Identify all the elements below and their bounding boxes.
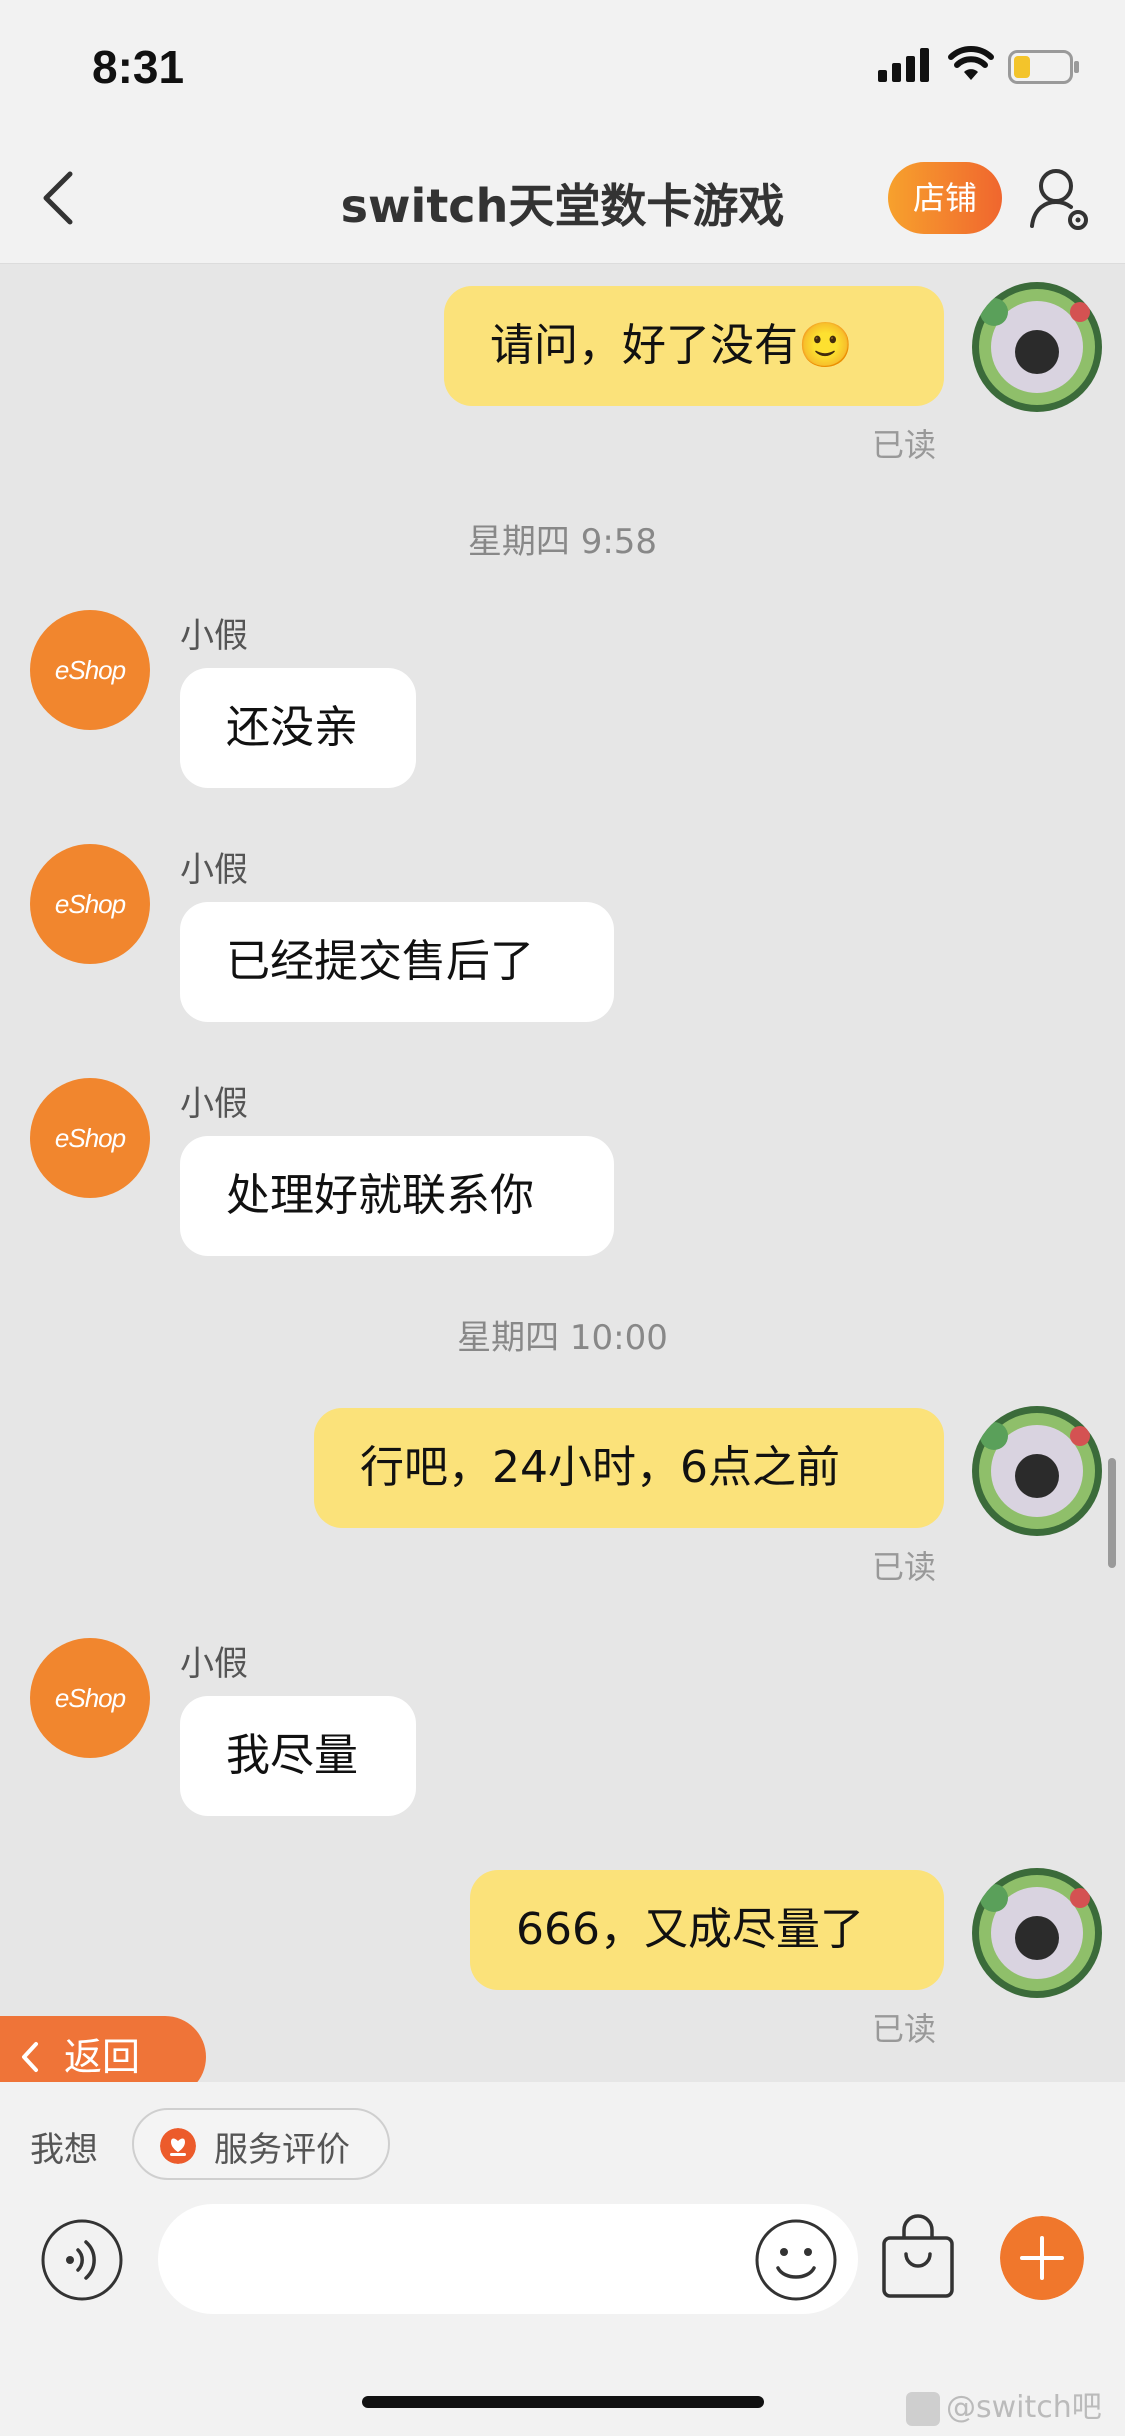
- message-text: 已经提交售后了: [226, 936, 534, 987]
- timestamp: 星期四 9:58: [467, 522, 658, 562]
- battery-icon: [1008, 50, 1079, 84]
- voice-input-icon[interactable]: [40, 2218, 124, 2302]
- sender-name: 小假: [180, 1084, 248, 1124]
- status-time: 8:31: [92, 41, 185, 93]
- shop-avatar[interactable]: eShop: [30, 1078, 150, 1198]
- shop-avatar[interactable]: eShop: [30, 844, 150, 964]
- service-review-icon: [160, 2128, 196, 2164]
- home-indicator[interactable]: [362, 2396, 764, 2408]
- read-receipt: 已读: [872, 426, 937, 464]
- watermark-text: @switch吧: [946, 2390, 1102, 2425]
- quick-actions-bar: 我想 服务评价: [0, 2082, 1125, 2212]
- their-message-bubble[interactable]: 我尽量: [180, 1696, 416, 1816]
- message-text: 行吧，24小时，6点之前: [360, 1442, 840, 1493]
- message-text: 我尽量: [226, 1730, 358, 1781]
- sender-name: 小假: [180, 850, 248, 890]
- my-avatar[interactable]: [972, 1868, 1102, 1998]
- status-bar: 8:31: [0, 0, 1125, 132]
- shop-avatar[interactable]: eShop: [30, 610, 150, 730]
- their-message-bubble[interactable]: 还没亲: [180, 668, 416, 788]
- emoji-icon[interactable]: [754, 2218, 838, 2302]
- my-message-bubble[interactable]: 请问，好了没有🙂: [444, 286, 944, 406]
- scrollbar-thumb[interactable]: [1108, 1458, 1116, 1568]
- timestamp: 星期四 10:00: [457, 1318, 668, 1358]
- wifi-icon: [948, 46, 994, 80]
- message-text: 处理好就联系你: [226, 1170, 534, 1221]
- service-review-button[interactable]: 服务评价: [132, 2108, 390, 2180]
- my-avatar[interactable]: [972, 1406, 1102, 1536]
- quick-actions-prefix: 我想: [30, 2130, 98, 2170]
- nav-bar: switch天堂数卡游戏 店铺: [0, 132, 1125, 264]
- read-receipt: 已读: [872, 1548, 937, 1586]
- my-message-bubble[interactable]: 行吧，24小时，6点之前: [314, 1408, 944, 1528]
- my-avatar-image: [972, 1406, 1102, 1536]
- their-message-bubble[interactable]: 已经提交售后了: [180, 902, 614, 1022]
- sender-name: 小假: [180, 1644, 248, 1684]
- sender-name: 小假: [180, 616, 248, 656]
- my-avatar-image: [972, 282, 1102, 412]
- message-text: 请问，好了没有🙂: [490, 320, 853, 371]
- chevron-left-icon: [22, 2042, 38, 2072]
- their-message-bubble[interactable]: 处理好就联系你: [180, 1136, 614, 1256]
- shop-avatar[interactable]: eShop: [30, 1638, 150, 1758]
- shopping-bag-icon[interactable]: [878, 2214, 958, 2300]
- cellular-signal-icon: [878, 48, 929, 82]
- my-message-bubble[interactable]: 666，又成尽量了: [470, 1870, 944, 1990]
- my-avatar-image: [972, 1868, 1102, 1998]
- message-input[interactable]: [158, 2204, 858, 2314]
- message-text: 666，又成尽量了: [516, 1904, 864, 1955]
- watermark: @switch吧: [906, 2382, 1102, 2426]
- shop-button[interactable]: 店铺: [888, 162, 1002, 234]
- plus-icon[interactable]: [1000, 2216, 1084, 2300]
- my-avatar[interactable]: [972, 282, 1102, 412]
- service-review-label: 服务评价: [214, 2130, 350, 2170]
- watermark-logo-icon: [906, 2391, 940, 2426]
- message-text: 还没亲: [226, 702, 358, 753]
- chat-area[interactable]: 请问，好了没有🙂 已读 星期四 9:58 小假 eShop 还没亲 小假 eSh…: [0, 264, 1125, 2082]
- user-settings-icon[interactable]: [1028, 164, 1092, 234]
- read-receipt: 已读: [872, 2010, 937, 2048]
